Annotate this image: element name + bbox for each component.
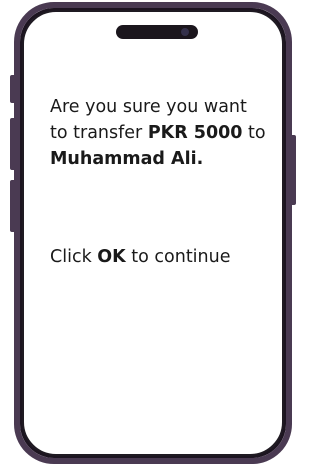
message-line-3: Muhammad Ali. [50, 146, 290, 172]
transfer-amount: PKR 5000 [147, 123, 243, 143]
continue-suffix: to continue [125, 247, 231, 267]
continue-instruction: Click OK to continue [50, 244, 231, 270]
message-line-2: to transfer PKR 5000 to [50, 120, 290, 146]
transfer-suffix: to [242, 123, 266, 143]
recipient-name: Muhammad Ali. [50, 149, 204, 169]
dynamic-island [116, 25, 198, 39]
confirmation-message: Are you sure you want to transfer PKR 50… [50, 94, 290, 172]
phone-screen [22, 10, 284, 456]
power-button [292, 135, 296, 205]
transfer-prefix: to transfer [50, 123, 148, 143]
camera-icon [181, 28, 189, 36]
ok-keyword: OK [97, 247, 126, 267]
continue-prefix: Click [50, 247, 98, 267]
message-line-1: Are you sure you want [50, 97, 247, 117]
